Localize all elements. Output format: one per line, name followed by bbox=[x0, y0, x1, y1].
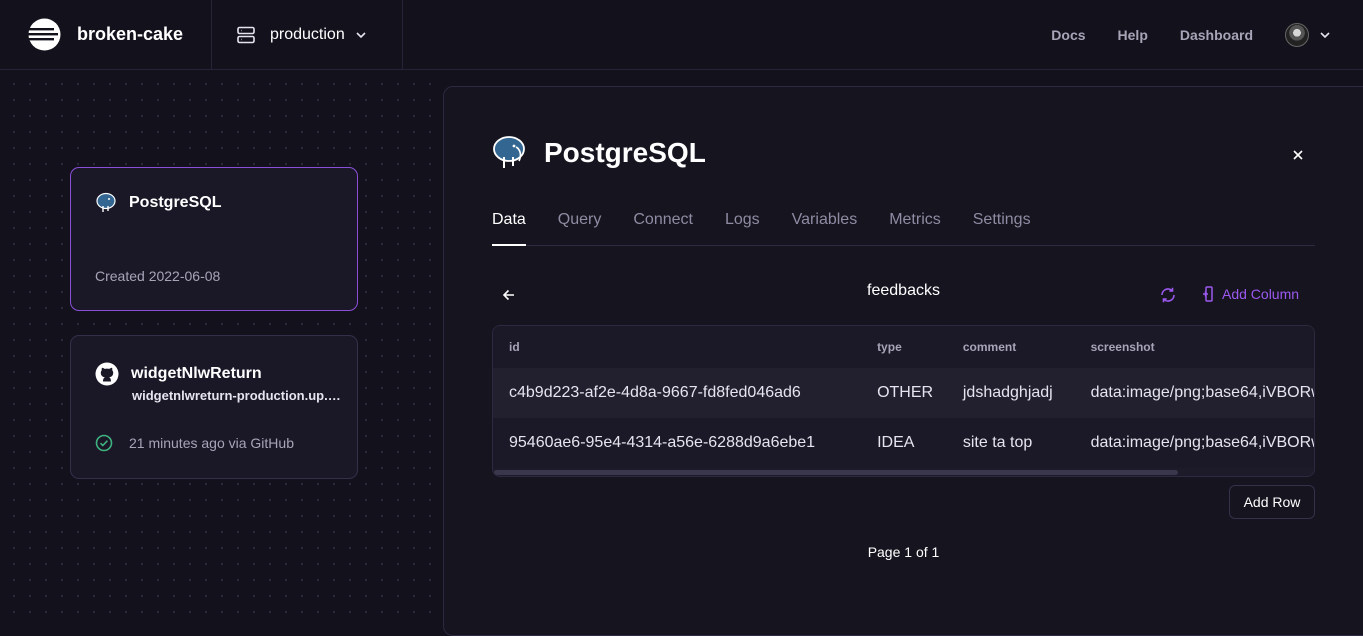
postgres-elephant-icon bbox=[493, 136, 525, 168]
table-header: id type comment screenshot bbox=[493, 326, 1314, 368]
nav-link-docs[interactable]: Docs bbox=[1051, 27, 1085, 43]
tab-settings[interactable]: Settings bbox=[973, 209, 1031, 246]
card-title-row: PostgreSQL bbox=[95, 192, 221, 214]
check-circle-icon bbox=[95, 434, 113, 452]
data-table: id type comment screenshot c4b9d223-af2e… bbox=[492, 325, 1315, 477]
github-icon bbox=[95, 362, 119, 386]
back-arrow-icon[interactable] bbox=[502, 288, 516, 302]
deploy-status: 21 minutes ago via GitHub bbox=[95, 434, 294, 452]
tab-data[interactable]: Data bbox=[492, 209, 526, 246]
service-url[interactable]: widgetnlwreturn-production.up.railway.ap… bbox=[132, 388, 342, 403]
nav-links: Docs Help Dashboard bbox=[1051, 0, 1363, 70]
close-icon[interactable] bbox=[1290, 147, 1306, 163]
github-service-card[interactable]: widgetNlwReturn widgetnlwreturn-producti… bbox=[70, 335, 358, 479]
table-name: feedbacks bbox=[867, 282, 940, 299]
horizontal-scrollbar[interactable] bbox=[494, 470, 1178, 475]
service-detail-panel: PostgreSQL Data Query Connect Logs Varia… bbox=[443, 86, 1363, 636]
environment-name: production bbox=[270, 25, 345, 43]
table-cell[interactable]: 95460ae6-95e4-4314-a56e-6288d9a6ebe1 bbox=[493, 434, 861, 452]
table-cell[interactable]: OTHER bbox=[861, 384, 947, 402]
column-header-comment[interactable]: comment bbox=[947, 340, 1075, 354]
nav-link-dashboard[interactable]: Dashboard bbox=[1180, 27, 1253, 43]
table-cell[interactable]: IDEA bbox=[861, 434, 947, 452]
user-avatar[interactable] bbox=[1285, 22, 1309, 47]
card-title: widgetNlwReturn bbox=[131, 365, 262, 382]
environment-selector[interactable]: production bbox=[212, 0, 403, 70]
panel-header: PostgreSQL bbox=[492, 135, 706, 171]
card-title-row: widgetNlwReturn bbox=[95, 362, 262, 386]
table-toolbar: feedbacks Add Column bbox=[492, 280, 1315, 310]
chevron-down-icon bbox=[356, 31, 366, 38]
server-icon bbox=[237, 26, 255, 43]
table-cell[interactable]: jdshadghjadj bbox=[947, 384, 1075, 402]
table-cell[interactable]: c4b9d223-af2e-4d8a-9667-fd8fed046ad6 bbox=[493, 384, 861, 402]
railway-logo-icon bbox=[28, 18, 61, 51]
table-row[interactable]: c4b9d223-af2e-4d8a-9667-fd8fed046ad6 OTH… bbox=[493, 368, 1314, 418]
tab-variables[interactable]: Variables bbox=[792, 209, 858, 246]
top-navbar: broken-cake production Docs Help Dashboa… bbox=[0, 0, 1363, 70]
table-cell[interactable]: data:image/png;base64,iVBORw0KGgo bbox=[1075, 384, 1314, 402]
nav-link-help[interactable]: Help bbox=[1118, 27, 1148, 43]
tab-query[interactable]: Query bbox=[558, 209, 602, 246]
add-column-icon bbox=[1203, 286, 1213, 302]
tab-metrics[interactable]: Metrics bbox=[889, 209, 941, 246]
postgres-service-card[interactable]: PostgreSQL Created 2022-06-08 bbox=[70, 167, 358, 311]
pagination-label: Page 1 of 1 bbox=[867, 544, 940, 560]
table-cell[interactable]: data:image/png;base64,iVBORw0KGgo bbox=[1075, 434, 1314, 452]
panel-tabs: Data Query Connect Logs Variables Metric… bbox=[492, 209, 1315, 246]
add-column-button[interactable]: Add Column bbox=[1202, 286, 1299, 302]
panel-title: PostgreSQL bbox=[544, 137, 706, 168]
chevron-down-icon[interactable] bbox=[1319, 29, 1331, 41]
card-title: PostgreSQL bbox=[129, 194, 222, 211]
project-switcher[interactable]: broken-cake bbox=[0, 0, 212, 70]
created-date: Created 2022-06-08 bbox=[95, 268, 221, 284]
column-header-type[interactable]: type bbox=[861, 340, 947, 354]
tab-connect[interactable]: Connect bbox=[633, 209, 693, 246]
column-header-screenshot[interactable]: screenshot bbox=[1075, 340, 1314, 354]
tab-logs[interactable]: Logs bbox=[725, 209, 760, 246]
add-column-label: Add Column bbox=[1222, 286, 1300, 302]
postgres-elephant-icon bbox=[96, 192, 116, 212]
refresh-icon[interactable] bbox=[1159, 286, 1177, 304]
column-header-id[interactable]: id bbox=[493, 340, 861, 354]
project-name: broken-cake bbox=[77, 24, 184, 44]
deploy-status-text: 21 minutes ago via GitHub bbox=[129, 435, 294, 451]
table-cell[interactable]: site ta top bbox=[947, 434, 1075, 452]
table-row[interactable]: 95460ae6-95e4-4314-a56e-6288d9a6ebe1 IDE… bbox=[493, 418, 1314, 468]
add-row-button[interactable]: Add Row bbox=[1229, 485, 1315, 519]
